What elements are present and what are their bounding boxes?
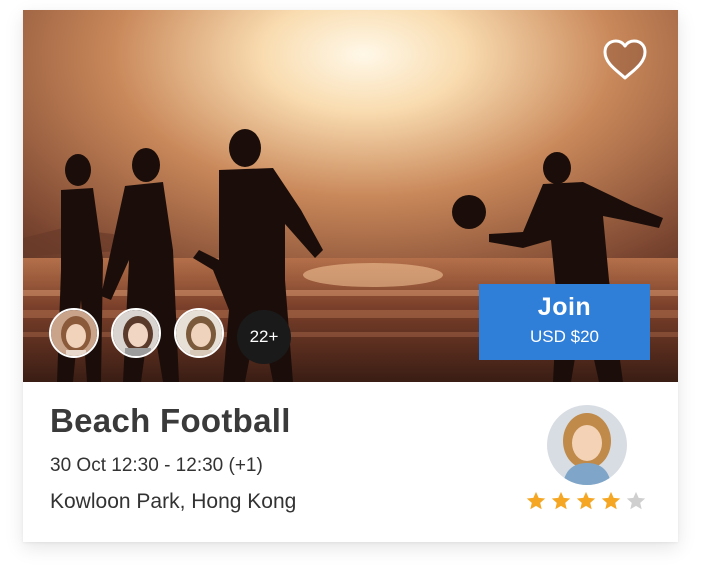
attendee-avatar[interactable] [174, 308, 224, 358]
host-photo [547, 405, 627, 485]
join-label: Join [537, 293, 592, 321]
attendee-avatar[interactable] [111, 308, 161, 358]
event-location: Kowloon Park, Hong Kong [50, 490, 297, 513]
star-icon [626, 491, 646, 510]
join-button[interactable]: Join USD $20 [479, 284, 650, 360]
event-photo: 22+ Join USD $20 [23, 10, 678, 382]
more-attendees-badge[interactable]: 22+ [237, 310, 291, 364]
host-avatar[interactable] [547, 405, 627, 485]
attendee-avatar[interactable] [49, 308, 99, 358]
join-price: USD $20 [530, 327, 599, 346]
star-icon [551, 491, 571, 510]
event-datetime: 30 Oct 12:30 - 12:30 (+1) [50, 455, 263, 476]
heart-icon[interactable] [601, 38, 649, 82]
star-icon [526, 491, 546, 510]
event-title: Beach Football [50, 402, 291, 439]
star-icon [576, 491, 596, 510]
event-card[interactable]: 22+ Join USD $20 Beach Football 30 Oct 1… [23, 10, 678, 542]
star-icon [601, 491, 621, 510]
